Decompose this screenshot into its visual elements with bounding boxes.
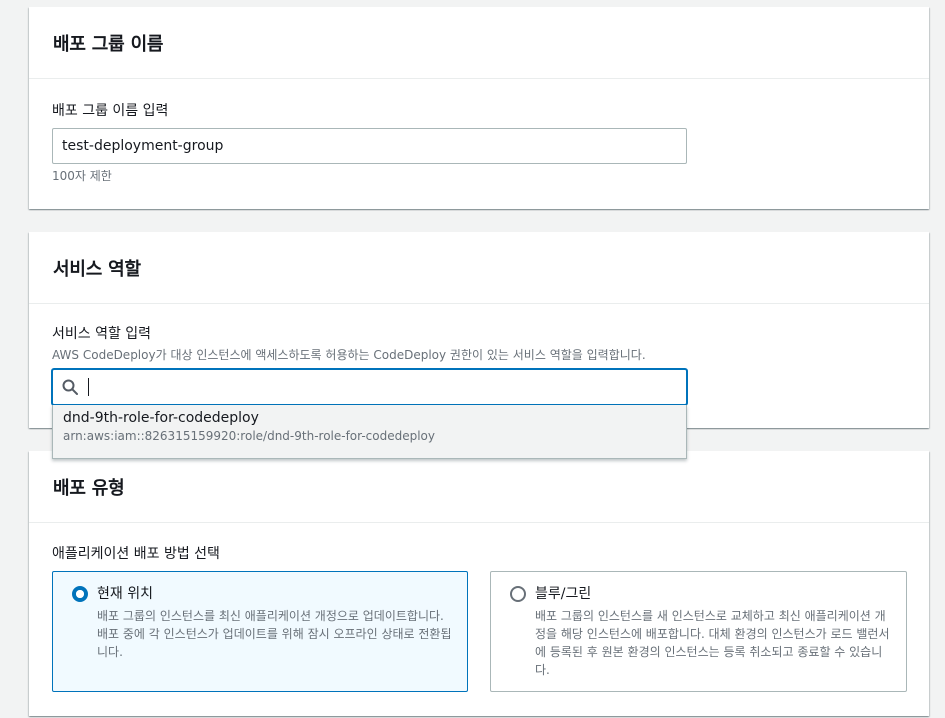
option-title: 블루/그린	[535, 586, 592, 602]
panel-header: 배포 유형	[29, 451, 929, 523]
in-place-radio[interactable]	[72, 586, 88, 602]
group-name-label: 배포 그룹 이름 입력	[52, 103, 169, 119]
panel-title: 서비스 역할	[53, 258, 141, 280]
service-role-dropdown: dnd-9th-role-for-codedeploy arn:aws:iam:…	[52, 405, 687, 459]
option-arn: arn:aws:iam::826315159920:role/dnd-9th-r…	[63, 429, 435, 443]
option-title: 현재 위치	[97, 586, 153, 602]
dropdown-option[interactable]: dnd-9th-role-for-codedeploy arn:aws:iam:…	[63, 410, 676, 443]
search-icon	[62, 379, 78, 395]
panel-header: 배포 그룹 이름	[29, 7, 929, 79]
option-description: 배포 그룹의 인스턴스를 최신 애플리케이션 개정으로 업데이트합니다. 배포 …	[97, 609, 452, 659]
in-place-option-tile[interactable]: 현재 위치 배포 그룹의 인스턴스를 최신 애플리케이션 개정으로 업데이트합니…	[52, 571, 468, 692]
service-role-label: 서비스 역할 입력	[52, 326, 152, 342]
panel-title: 배포 유형	[53, 477, 125, 499]
service-role-search-input[interactable]	[52, 369, 687, 405]
group-name-input-value: test-deployment-group	[62, 138, 224, 154]
option-label: dnd-9th-role-for-codedeploy	[63, 410, 259, 426]
group-name-input[interactable]: test-deployment-group	[52, 128, 687, 164]
text-cursor	[88, 378, 89, 396]
panel-title: 배포 그룹 이름	[53, 33, 164, 55]
blue-green-option-tile[interactable]: 블루/그린 배포 그룹의 인스턴스를 새 인스턴스로 교체하고 최신 애플리케이…	[490, 571, 907, 692]
group-name-constraint: 100자 제한	[52, 169, 112, 183]
service-role-description: AWS CodeDeploy가 대상 인스턴스에 액세스하도록 허용하는 Cod…	[52, 348, 646, 362]
panel-header: 서비스 역할	[29, 232, 929, 304]
option-description: 배포 그룹의 인스턴스를 새 인스턴스로 교체하고 최신 애플리케이션 개정을 …	[535, 609, 890, 677]
deployment-type-label: 애플리케이션 배포 방법 선택	[52, 546, 220, 562]
blue-green-radio[interactable]	[510, 586, 526, 602]
